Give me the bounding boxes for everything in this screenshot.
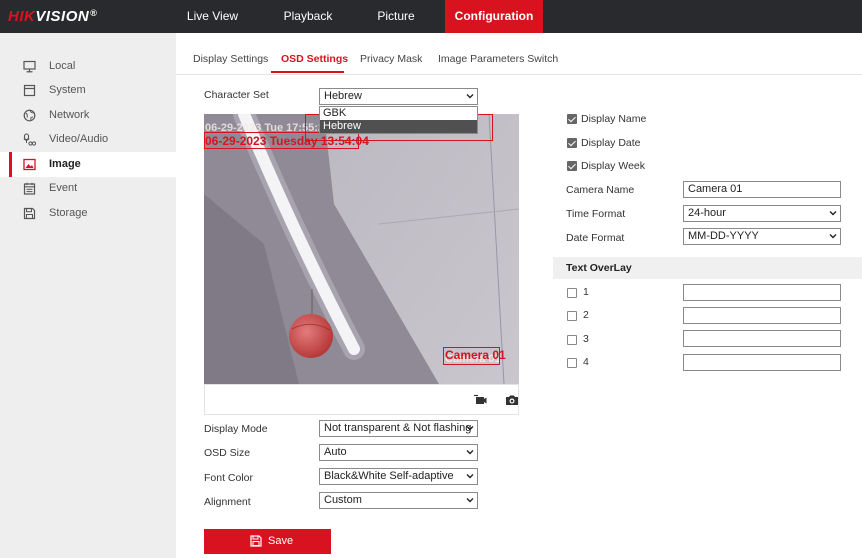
- save-button-label: Save: [268, 535, 294, 547]
- save-icon: [250, 535, 262, 547]
- sidebar-item-event[interactable]: Event: [0, 176, 176, 201]
- window-icon: [23, 84, 36, 97]
- active-tab-indicator: [271, 71, 344, 73]
- chevron-down-icon: [466, 450, 474, 455]
- alignment-label: Alignment: [204, 496, 251, 508]
- display-mode-value: Not transparent & Not flashing: [324, 422, 472, 434]
- topnav-configuration[interactable]: Configuration: [445, 0, 543, 33]
- tab-image-parameters-switch[interactable]: Image Parameters Switch: [438, 53, 558, 65]
- sidebar-item-storage[interactable]: Storage: [0, 201, 176, 226]
- osd-camera-name-box[interactable]: [443, 347, 500, 365]
- tab-osd-settings[interactable]: OSD Settings: [281, 53, 348, 65]
- video-toolbar: [204, 384, 519, 415]
- calendar-icon: [23, 182, 36, 195]
- font-color-value: Black&White Self-adaptive: [324, 470, 454, 482]
- dropdown-option-gbk[interactable]: GBK: [320, 107, 477, 120]
- chevron-down-icon: [466, 474, 474, 479]
- time-format-select[interactable]: 24-hour: [683, 205, 841, 222]
- display-date-checkbox[interactable]: [567, 138, 577, 148]
- chevron-down-icon: [466, 94, 474, 99]
- sidebar-item-label: Event: [49, 182, 78, 194]
- text-overlay-input-2[interactable]: [683, 307, 841, 324]
- chevron-down-icon: [466, 426, 474, 431]
- logo-registered-mark: ®: [90, 8, 98, 18]
- alignment-select[interactable]: Custom: [319, 492, 478, 509]
- character-set-value: Hebrew: [324, 90, 362, 102]
- display-week-checkbox[interactable]: [567, 161, 577, 171]
- date-format-select[interactable]: MM-DD-YYYY: [683, 228, 841, 245]
- sidebar-item-local[interactable]: Local: [0, 54, 176, 79]
- camera-snapshot-icon[interactable]: [505, 393, 519, 407]
- tab-display-settings[interactable]: Display Settings: [193, 53, 268, 65]
- monitor-icon: [23, 60, 36, 73]
- display-week-label: Display Week: [581, 160, 645, 172]
- chevron-down-icon: [829, 211, 837, 216]
- date-format-value: MM-DD-YYYY: [688, 230, 759, 242]
- sidebar-item-label: Video/Audio: [49, 133, 109, 145]
- text-overlay-checkbox-1[interactable]: [567, 288, 577, 298]
- alignment-value: Custom: [324, 494, 362, 506]
- globe-icon: [23, 109, 36, 122]
- sidebar-item-label: Local: [49, 60, 76, 72]
- sidebar-item-video-audio[interactable]: Video/Audio: [0, 127, 176, 152]
- chevron-down-icon: [829, 234, 837, 239]
- record-video-icon[interactable]: [473, 393, 487, 407]
- save-button[interactable]: Save: [204, 529, 331, 554]
- text-overlay-label-3: 3: [583, 333, 589, 345]
- display-mode-select[interactable]: Not transparent & Not flashing: [319, 420, 478, 437]
- topnav-picture[interactable]: Picture: [367, 0, 425, 33]
- display-date-label: Display Date: [581, 137, 641, 149]
- storage-icon: [23, 207, 36, 220]
- camera-name-label: Camera Name: [566, 184, 635, 196]
- chevron-down-icon: [466, 498, 474, 503]
- video-frame-image: [204, 114, 519, 384]
- logo-text-white: VISION: [35, 8, 90, 25]
- display-name-checkbox[interactable]: [567, 114, 577, 124]
- text-overlay-input-3[interactable]: [683, 330, 841, 347]
- image-icon: [23, 158, 36, 171]
- logo-text-red: HIK: [8, 8, 36, 25]
- sidebar-item-label: Storage: [49, 207, 88, 219]
- sidebar-item-label: Network: [49, 109, 90, 121]
- topnav-live-view[interactable]: Live View: [176, 0, 249, 33]
- sidebar: Local System Network Video/Audio Image E…: [0, 33, 176, 558]
- osd-size-label: OSD Size: [204, 447, 251, 459]
- sidebar-item-system[interactable]: System: [0, 78, 176, 103]
- display-mode-label: Display Mode: [204, 423, 268, 435]
- text-overlay-checkbox-4[interactable]: [567, 358, 577, 368]
- text-overlay-title: Text OverLay: [566, 262, 632, 274]
- character-set-label: Character Set: [204, 89, 269, 101]
- font-color-label: Font Color: [204, 472, 254, 484]
- font-color-select[interactable]: Black&White Self-adaptive: [319, 468, 478, 485]
- text-overlay-input-1[interactable]: [683, 284, 841, 301]
- tab-privacy-mask[interactable]: Privacy Mask: [360, 53, 422, 65]
- sidebar-item-image[interactable]: Image: [0, 152, 176, 177]
- top-navigation-bar: HIKVISION® Live View Playback Picture Co…: [0, 0, 862, 33]
- display-name-label: Display Name: [581, 113, 647, 125]
- text-overlay-input-4[interactable]: [683, 354, 841, 371]
- character-set-dropdown-list: GBK Hebrew: [319, 106, 478, 134]
- text-overlay-label-2: 2: [583, 309, 589, 321]
- sidebar-item-label: Image: [49, 158, 81, 170]
- dropdown-option-hebrew[interactable]: Hebrew: [320, 120, 477, 133]
- hikvision-logo: HIKVISION®: [8, 8, 97, 25]
- character-set-select[interactable]: Hebrew: [319, 88, 478, 105]
- camera-name-input[interactable]: Camera 01: [683, 181, 841, 198]
- tab-divider: [176, 74, 862, 75]
- audio-video-icon: [23, 133, 36, 146]
- topnav-playback[interactable]: Playback: [277, 0, 339, 33]
- text-overlay-checkbox-2[interactable]: [567, 311, 577, 321]
- text-overlay-label-1: 1: [583, 286, 589, 298]
- osd-size-value: Auto: [324, 446, 347, 458]
- sidebar-item-label: System: [49, 84, 86, 96]
- live-video-preview[interactable]: 06-29-2023 Tue 17:55:26 06-29-2023 Tuesd…: [204, 114, 519, 384]
- text-overlay-label-4: 4: [583, 356, 589, 368]
- sidebar-item-network[interactable]: Network: [0, 103, 176, 128]
- time-format-label: Time Format: [566, 208, 626, 220]
- date-format-label: Date Format: [566, 232, 625, 244]
- osd-size-select[interactable]: Auto: [319, 444, 478, 461]
- text-overlay-checkbox-3[interactable]: [567, 335, 577, 345]
- time-format-value: 24-hour: [688, 207, 726, 219]
